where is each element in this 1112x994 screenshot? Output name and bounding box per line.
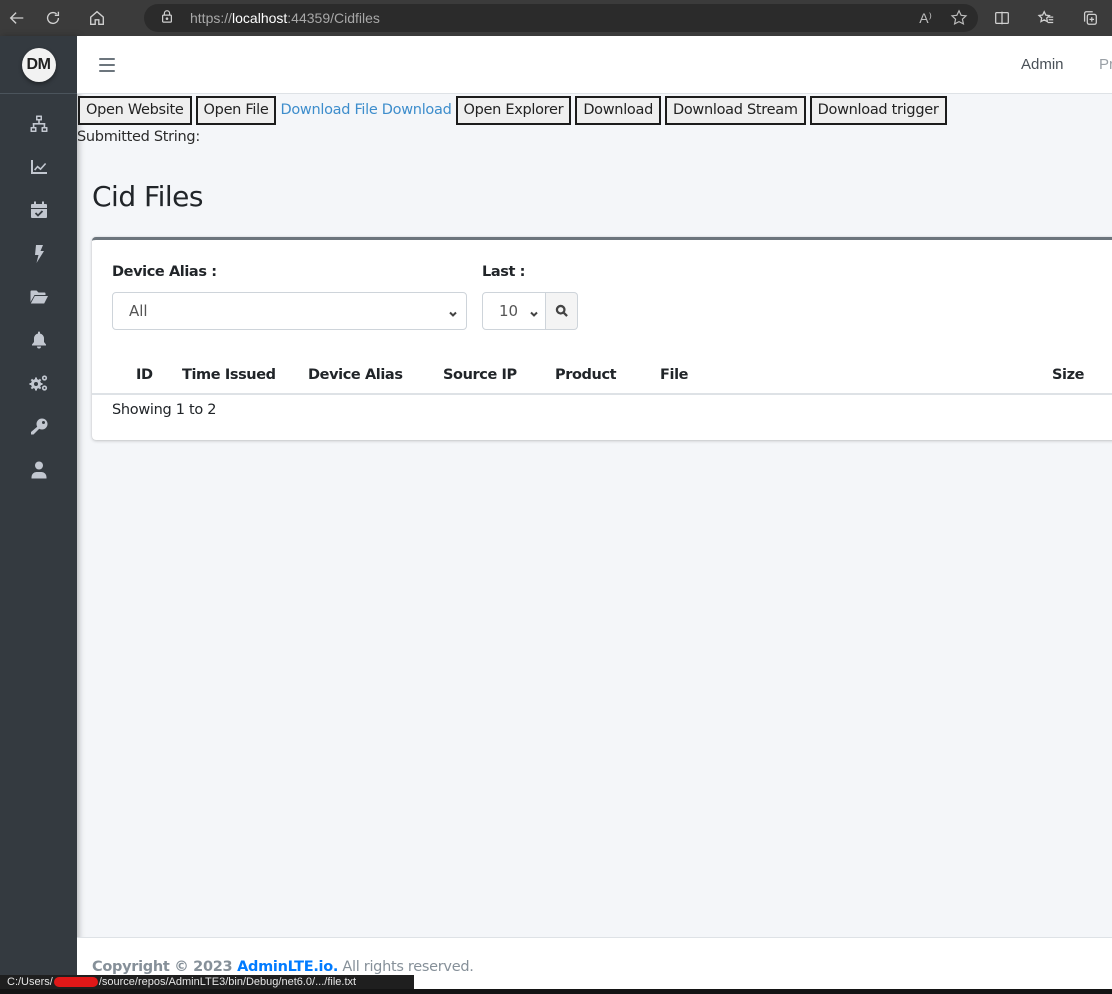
collections-icon bbox=[1083, 11, 1097, 25]
page-title: Cid Files bbox=[92, 180, 203, 213]
chevron-down-icon bbox=[529, 305, 539, 317]
window-bottom-edge bbox=[0, 989, 1112, 994]
column-header-source-ip[interactable]: Source IP bbox=[443, 367, 517, 383]
hamburger-line bbox=[99, 63, 115, 66]
column-header-product[interactable]: Product bbox=[555, 367, 617, 383]
hamburger-line bbox=[99, 69, 115, 72]
sidebar: DM bbox=[0, 36, 77, 994]
lock-icon bbox=[160, 9, 174, 28]
arrow-left-icon bbox=[9, 12, 24, 24]
open-explorer-button[interactable]: Open Explorer bbox=[455, 95, 572, 125]
download-button[interactable]: Download bbox=[575, 95, 661, 125]
download-file-link[interactable]: Download File Download bbox=[280, 102, 451, 118]
split-screen-button[interactable] bbox=[980, 0, 1024, 36]
nav-admin-link[interactable]: Admin bbox=[1021, 56, 1064, 73]
device-alias-label: Device Alias : bbox=[112, 264, 217, 280]
link-status-bar: C:/Users/ /source/repos/AdminLTE3/bin/Deb… bbox=[0, 975, 414, 989]
sidebar-item-network[interactable] bbox=[0, 102, 77, 145]
open-file-button[interactable]: Open File bbox=[195, 95, 277, 125]
action-toolbar: Open Website Open File Download File Dow… bbox=[77, 95, 1112, 125]
redacted-username bbox=[53, 977, 98, 987]
collections-button[interactable] bbox=[1068, 0, 1112, 36]
search-icon bbox=[555, 304, 568, 317]
cogs-icon bbox=[29, 375, 47, 392]
top-navbar: Admin Pr bbox=[77, 36, 1112, 94]
column-header-time-issued[interactable]: Time Issued bbox=[182, 367, 276, 383]
chevron-down-icon bbox=[448, 305, 458, 317]
sidebar-item-user[interactable] bbox=[0, 448, 77, 491]
read-aloud-icon[interactable]: A⁾ bbox=[919, 10, 932, 27]
sidebar-item-settings[interactable] bbox=[0, 362, 77, 405]
column-header-size[interactable]: Size bbox=[1052, 367, 1084, 383]
adminlte-link[interactable]: AdminLTE.io. bbox=[237, 959, 338, 975]
table-info: Showing 1 to 2 bbox=[112, 402, 217, 418]
device-alias-select[interactable]: All bbox=[112, 292, 467, 330]
last-count-value: 10 bbox=[499, 302, 519, 320]
copyright-prefix: Copyright © 2023 bbox=[92, 959, 238, 975]
avatar[interactable]: DM bbox=[21, 47, 56, 82]
bolt-icon bbox=[34, 244, 44, 263]
refresh-button[interactable] bbox=[36, 0, 70, 36]
split-screen-icon bbox=[995, 11, 1009, 25]
status-path-start: C:/Users/ bbox=[7, 976, 53, 988]
table-header: ID Time Issued Device Alias Source IP Pr… bbox=[92, 357, 1112, 395]
sidebar-item-calendar[interactable] bbox=[0, 189, 77, 232]
cid-files-card: Device Alias : All Last : 10 ID Time Iss… bbox=[92, 237, 1112, 440]
sidebar-item-events[interactable] bbox=[0, 232, 77, 275]
user-icon bbox=[31, 461, 46, 479]
column-header-id[interactable]: ID bbox=[136, 367, 153, 383]
browser-toolbar: https://localhost:44359/Cidfiles A⁾ bbox=[0, 0, 1112, 36]
url-path: :44359/Cidfiles bbox=[287, 10, 380, 26]
calendar-check-icon bbox=[30, 201, 47, 219]
nav-profile-link[interactable]: Pr bbox=[1099, 56, 1112, 73]
column-header-device-alias[interactable]: Device Alias bbox=[308, 367, 403, 383]
status-path-end: /source/repos/AdminLTE3/bin/Debug/net6.0… bbox=[98, 976, 357, 988]
open-website-button[interactable]: Open Website bbox=[78, 95, 192, 125]
column-header-file[interactable]: File bbox=[660, 367, 688, 383]
back-button[interactable] bbox=[0, 0, 34, 36]
sidebar-item-keys[interactable] bbox=[0, 405, 77, 448]
folder-open-icon bbox=[30, 290, 48, 304]
key-icon bbox=[30, 418, 47, 435]
last-count-select[interactable]: 10 bbox=[482, 292, 546, 330]
sidebar-brand[interactable]: DM bbox=[0, 36, 77, 94]
home-button[interactable] bbox=[80, 0, 114, 36]
network-icon bbox=[30, 115, 47, 132]
download-trigger-button[interactable]: Download trigger bbox=[809, 95, 947, 125]
search-button[interactable] bbox=[546, 292, 578, 330]
device-alias-value: All bbox=[129, 302, 148, 320]
last-label: Last : bbox=[482, 264, 526, 280]
refresh-icon bbox=[46, 11, 60, 25]
favorites-button[interactable] bbox=[1024, 0, 1068, 36]
download-stream-button[interactable]: Download Stream bbox=[665, 95, 806, 125]
sidebar-item-charts[interactable] bbox=[0, 145, 77, 188]
chart-line-icon bbox=[30, 159, 47, 174]
url-host: localhost bbox=[232, 10, 288, 26]
favorite-star-icon[interactable] bbox=[950, 9, 968, 27]
menu-toggle-button[interactable] bbox=[99, 57, 115, 72]
address-bar[interactable]: https://localhost:44359/Cidfiles A⁾ bbox=[144, 4, 978, 32]
copyright-suffix: All rights reserved. bbox=[338, 959, 474, 975]
hamburger-line bbox=[99, 57, 115, 60]
url-scheme: https:// bbox=[190, 10, 233, 26]
copyright-text: Copyright © 2023 AdminLTE.io. All rights… bbox=[92, 959, 474, 975]
sidebar-item-files[interactable] bbox=[0, 275, 77, 318]
home-icon bbox=[90, 10, 104, 25]
favorites-list-icon bbox=[1037, 10, 1054, 24]
url-text[interactable]: https://localhost:44359/Cidfiles bbox=[190, 10, 380, 26]
sidebar-item-notifications[interactable] bbox=[0, 318, 77, 361]
submitted-string-label: Submitted String: bbox=[77, 129, 200, 145]
bell-icon bbox=[31, 331, 46, 349]
content-wrapper: Open Website Open File Download File Dow… bbox=[77, 94, 1112, 440]
